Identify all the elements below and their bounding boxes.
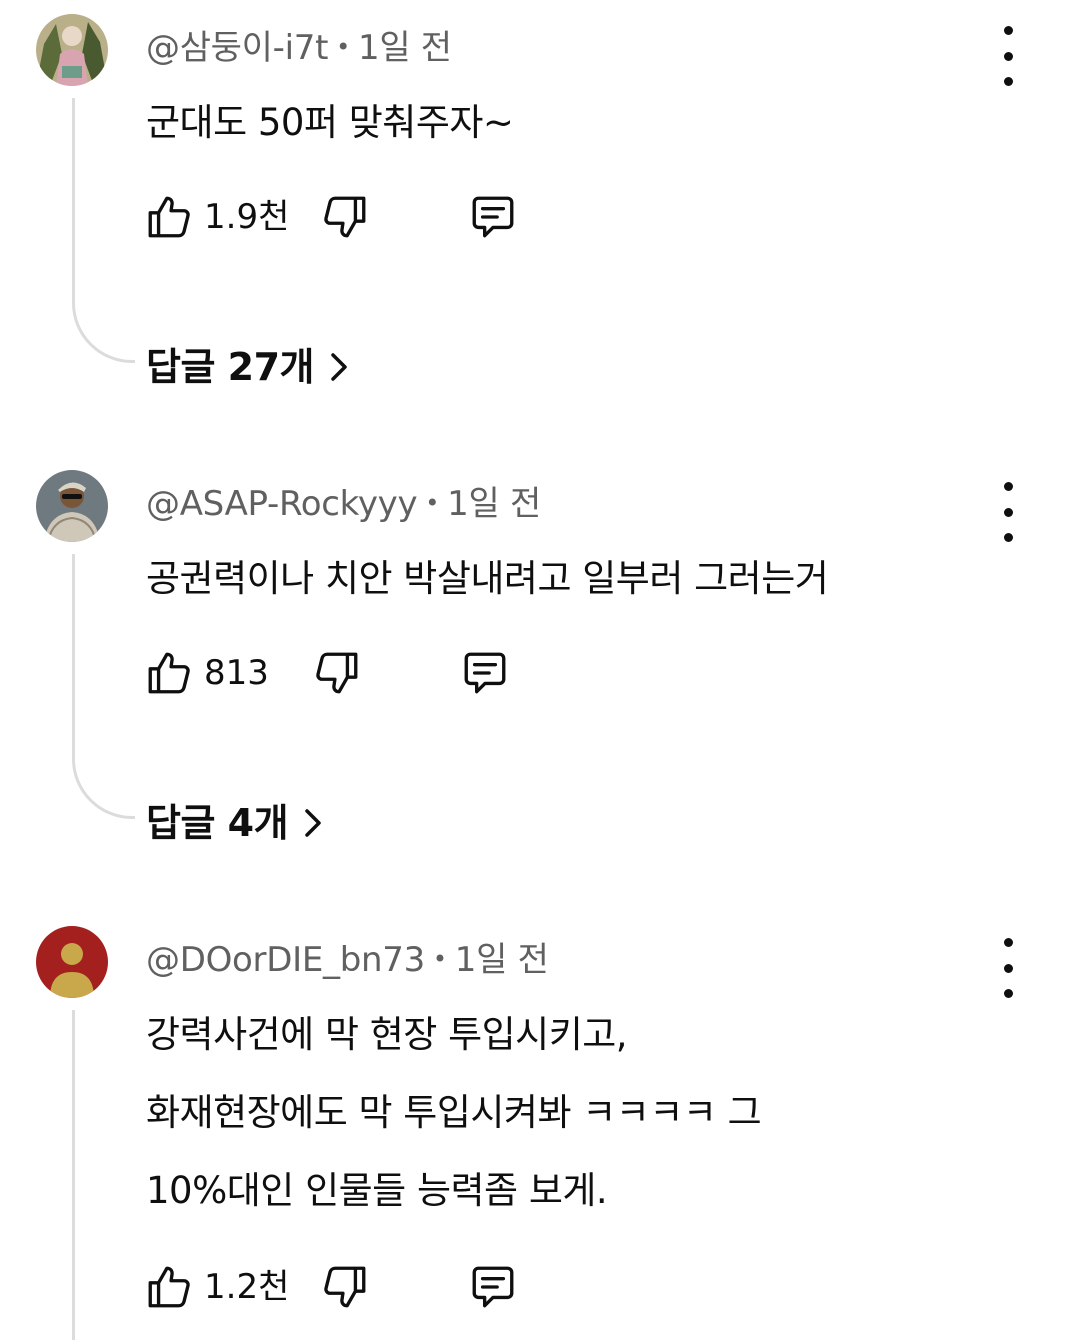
author-name[interactable]: @삼둥이-i7t <box>146 28 328 68</box>
comment-text: 군대도 50퍼 맞춰주자~ <box>146 84 514 162</box>
replies-count-label: 답글 4개 <box>146 801 289 845</box>
avatar[interactable] <box>36 14 108 86</box>
comment-text-line: 10%대인 인물들 능력좀 보게. <box>146 1169 608 1212</box>
more-vertical-icon[interactable] <box>990 482 1026 542</box>
thumbs-down-icon[interactable] <box>320 192 370 242</box>
avatar-image-icon <box>36 470 108 542</box>
chevron-right-icon <box>331 352 347 381</box>
author-name[interactable]: @DOorDIE_bn73 <box>146 940 425 980</box>
comment-text-line: 군대도 50퍼 맞춰주자~ <box>146 101 514 144</box>
like-count: 1.2천 <box>204 1267 290 1307</box>
separator-dot: • <box>432 945 447 973</box>
thumbs-up-icon[interactable] <box>144 1262 194 1312</box>
comment-item: @DOorDIE_bn73 • 1일 전 강력사건에 막 현장 투입시키고, 화재현… <box>0 926 1080 1340</box>
thread-connector <box>72 98 135 363</box>
comment-actions: 1.9천 <box>144 192 544 252</box>
comment-meta: @DOorDIE_bn73 • 1일 전 <box>146 932 549 981</box>
comment-text-line: 공권력이나 치안 박살내려고 일부러 그러는거 <box>146 557 829 600</box>
separator-dot: • <box>336 33 350 61</box>
like-count: 813 <box>204 653 269 693</box>
avatar[interactable] <box>36 926 108 998</box>
avatar[interactable] <box>36 470 108 542</box>
avatar-image-icon <box>36 14 108 86</box>
comment-meta: @삼둥이-i7t • 1일 전 <box>146 20 452 69</box>
comment-text-line: 강력사건에 막 현장 투입시키고, <box>146 1013 628 1056</box>
chevron-right-icon <box>305 808 321 837</box>
replies-count-label: 답글 27개 <box>146 345 315 389</box>
replies-button[interactable]: 답글 4개 <box>146 792 324 847</box>
comment-actions: 1.2천 <box>144 1262 544 1322</box>
thumbs-down-icon[interactable] <box>320 1262 370 1312</box>
replies-button[interactable]: 답글 27개 <box>146 336 350 391</box>
comment-icon[interactable] <box>460 648 510 698</box>
comment-item: @삼둥이-i7t • 1일 전 군대도 50퍼 맞춰주자~ 1.9천 답글 27개 <box>0 14 1080 414</box>
thumbs-up-icon[interactable] <box>144 648 194 698</box>
comment-item: @ASAP-Rockyyy • 1일 전 공권력이나 치안 박살내려고 일부러 그러… <box>0 470 1080 870</box>
comment-actions: 813 <box>144 648 544 708</box>
comment-time: 1일 전 <box>454 940 549 980</box>
comment-icon[interactable] <box>468 192 518 242</box>
more-vertical-icon[interactable] <box>990 26 1026 86</box>
default-person-avatar-icon <box>36 926 108 998</box>
thumbs-up-icon[interactable] <box>144 192 194 242</box>
comment-text: 강력사건에 막 현장 투입시키고, 화재현장에도 막 투입시켜봐 ㅋㅋㅋㅋ 그 … <box>146 996 762 1230</box>
more-vertical-icon[interactable] <box>990 938 1026 998</box>
comment-list: @삼둥이-i7t • 1일 전 군대도 50퍼 맞춰주자~ 1.9천 답글 27개 <box>0 0 1080 1340</box>
comment-meta: @ASAP-Rockyyy • 1일 전 <box>146 476 541 525</box>
thumbs-down-icon[interactable] <box>312 648 362 698</box>
separator-dot: • <box>425 489 440 517</box>
comment-time: 1일 전 <box>447 484 541 524</box>
comment-time: 1일 전 <box>357 28 452 68</box>
thread-connector <box>72 1010 135 1340</box>
thread-connector <box>72 554 135 819</box>
comment-text: 공권력이나 치안 박살내려고 일부러 그러는거 <box>146 540 829 618</box>
author-name[interactable]: @ASAP-Rockyyy <box>146 484 418 524</box>
comment-icon[interactable] <box>468 1262 518 1312</box>
like-count: 1.9천 <box>204 197 290 237</box>
comment-text-line: 화재현장에도 막 투입시켜봐 ㅋㅋㅋㅋ 그 <box>146 1091 762 1134</box>
